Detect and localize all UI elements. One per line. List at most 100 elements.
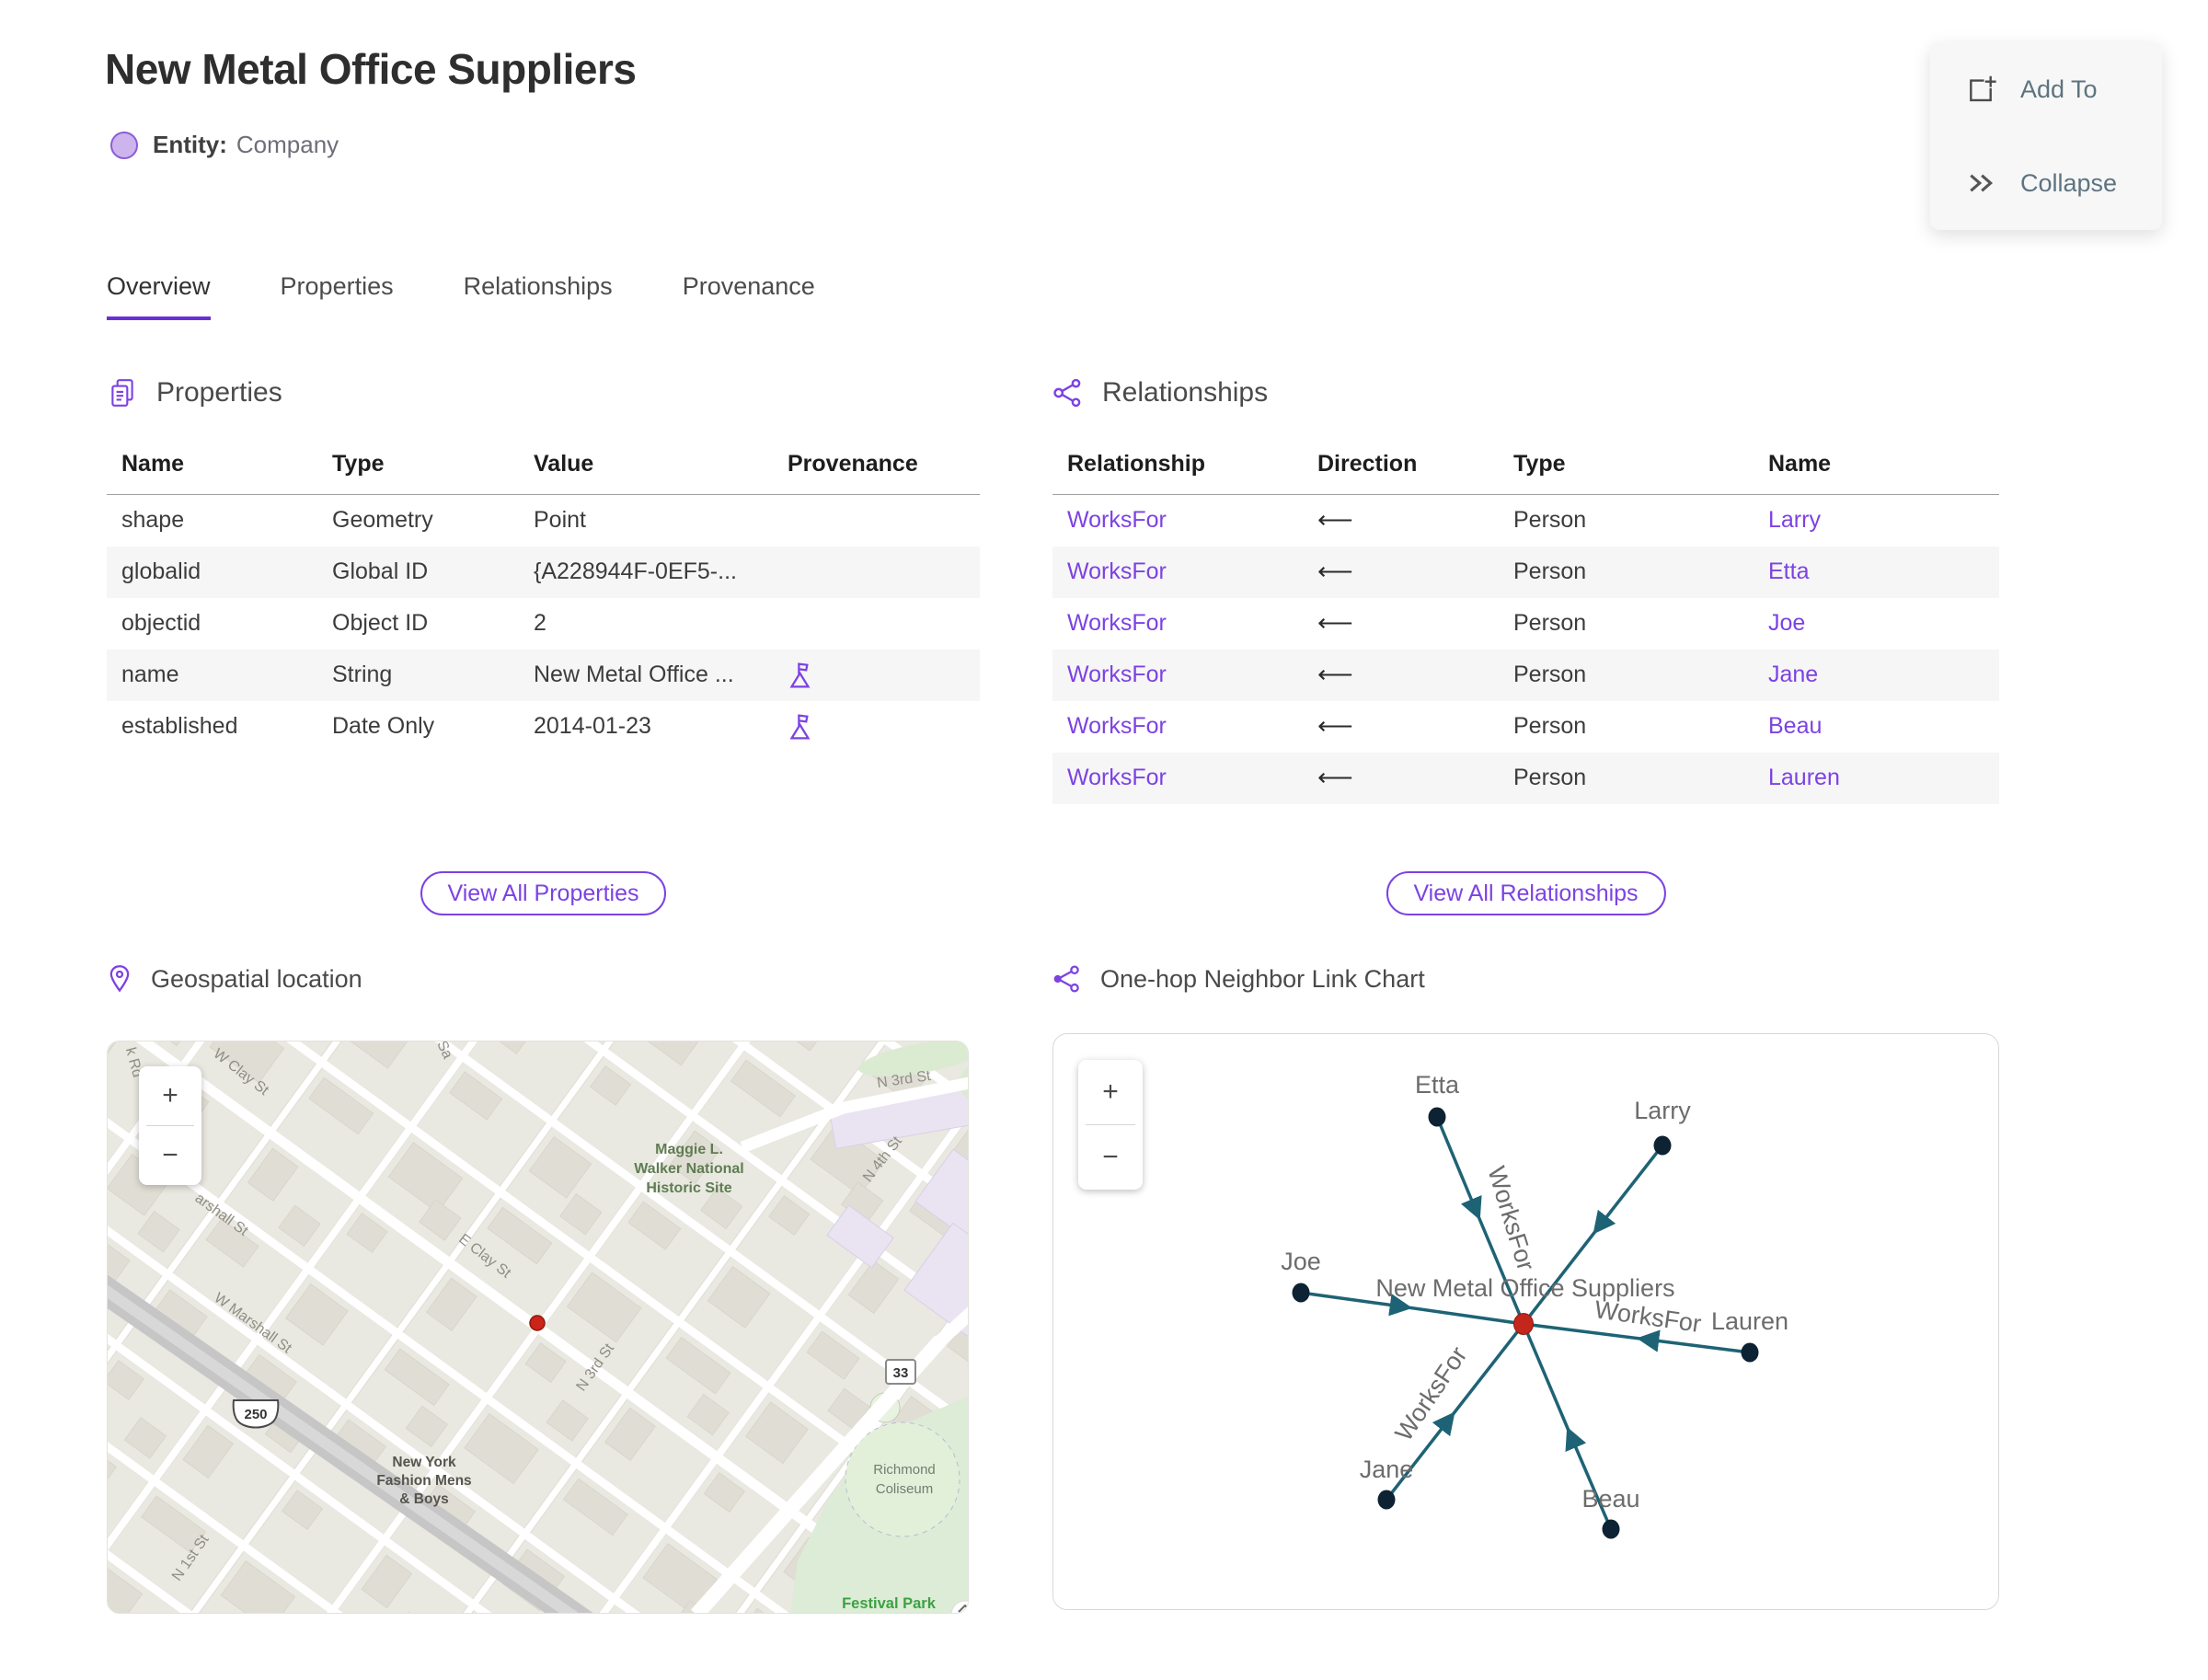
prop-name: shape (121, 507, 185, 534)
relationship-link[interactable]: WorksFor (1052, 495, 1303, 547)
relationship-link[interactable]: WorksFor (1052, 701, 1303, 753)
col-header-type: Type (317, 440, 519, 495)
related-entity-link[interactable]: Lauren (1754, 753, 1999, 804)
related-entity-link[interactable]: Joe (1754, 598, 1999, 650)
link-chart-section-header: One-hop Neighbor Link Chart (1052, 964, 1999, 994)
svg-text:Lauren: Lauren (1711, 1307, 1788, 1335)
map-zoom-out-button[interactable]: − (139, 1126, 201, 1185)
svg-text:New York: New York (392, 1455, 456, 1470)
entity-details-page: New Metal Office Suppliers Entity: Compa… (0, 0, 2208, 1680)
direction-arrow: ⟵ (1317, 712, 1353, 740)
direction-arrow: ⟵ (1317, 661, 1353, 688)
link-chart-canvas: WorksFor WorksFor WorksFor Etta Larry Jo… (1281, 1071, 1788, 1539)
prop-value: 2014-01-23 (534, 713, 651, 739)
add-to-button[interactable]: Add To (1963, 72, 2162, 107)
col-header-relationship: Relationship (1052, 440, 1303, 495)
svg-text:Fashion Mens: Fashion Mens (376, 1473, 471, 1489)
related-type: Person (1513, 507, 1587, 534)
related-entity-link[interactable]: Etta (1754, 547, 1999, 598)
node-joe[interactable] (1292, 1283, 1310, 1303)
chart-node-labels: Etta Larry Joe Lauren Jane Beau New Meta… (1281, 1071, 1788, 1513)
node-larry[interactable] (1653, 1135, 1672, 1156)
floating-actions-panel: Add To Collapse (1930, 42, 2162, 230)
geospatial-section-header: Geospatial location (107, 964, 969, 994)
entity-type-icon (110, 131, 138, 159)
properties-icon (111, 379, 133, 407)
col-header-provenance: Provenance (773, 440, 980, 495)
svg-text:Walker National: Walker National (634, 1161, 743, 1177)
geospatial-section: Geospatial location 250 33 k Rd W Clay S… (107, 964, 969, 1617)
chart-edge-labels: WorksFor WorksFor WorksFor (1390, 1163, 1704, 1445)
node-beau[interactable] (1602, 1519, 1620, 1539)
route-shield-33: 33 (885, 1359, 916, 1385)
location-marker[interactable] (529, 1315, 546, 1331)
table-row: WorksFor ⟵ Person Jane (1052, 649, 1999, 701)
add-to-label: Add To (2020, 75, 2098, 103)
svg-text:WorksFor: WorksFor (1482, 1163, 1540, 1273)
svg-text:Maggie L.: Maggie L. (655, 1142, 723, 1157)
node-center[interactable] (1513, 1313, 1534, 1335)
direction-arrow: ⟵ (1317, 609, 1353, 637)
table-row: WorksFor ⟵ Person Lauren (1052, 752, 1999, 804)
relationship-link[interactable]: WorksFor (1052, 753, 1303, 804)
relationship-link[interactable]: WorksFor (1052, 547, 1303, 598)
provenance-flag-icon[interactable] (773, 650, 980, 701)
node-jane[interactable] (1377, 1490, 1396, 1510)
table-row: WorksFor ⟵ Person Larry (1052, 495, 1999, 547)
link-chart[interactable]: WorksFor WorksFor WorksFor Etta Larry Jo… (1052, 1033, 1999, 1610)
table-row: objectid Object ID 2 (107, 598, 980, 650)
map-zoom-in-button[interactable]: + (139, 1066, 201, 1125)
entity-label: Entity: (153, 131, 227, 158)
col-header-name: Name (107, 440, 317, 495)
direction-arrow: ⟵ (1317, 506, 1353, 535)
related-entity-link[interactable]: Jane (1754, 650, 1999, 701)
svg-text:Festival Park: Festival Park (842, 1595, 937, 1612)
tab-provenance[interactable]: Provenance (683, 272, 815, 320)
col-header-direction: Direction (1303, 440, 1499, 495)
map-pin-icon (109, 965, 130, 993)
relationships-section-header: Relationships (1052, 377, 1999, 408)
related-entity-link[interactable]: Larry (1754, 495, 1999, 547)
table-row: shape Geometry Point (107, 495, 980, 547)
col-header-value: Value (519, 440, 773, 495)
node-lauren[interactable] (1741, 1342, 1759, 1363)
svg-text:Historic Site: Historic Site (646, 1180, 731, 1196)
collapse-button[interactable]: Collapse (1963, 166, 2162, 201)
chart-zoom-out-button[interactable]: − (1078, 1125, 1143, 1190)
view-all-properties-button[interactable]: View All Properties (420, 871, 667, 915)
relationships-icon (1053, 378, 1081, 408)
prop-value: {A228944F-0EF5-... (534, 558, 737, 584)
svg-text:Coliseum: Coliseum (876, 1481, 934, 1497)
table-row: WorksFor ⟵ Person Joe (1052, 598, 1999, 650)
tab-bar: Overview Properties Relationships Proven… (107, 272, 815, 320)
node-etta[interactable] (1428, 1107, 1446, 1127)
prop-type: Object ID (332, 610, 429, 636)
map-canvas: 250 33 k Rd W Clay St Sa arshall St W Ma… (108, 1041, 968, 1613)
svg-text:WorksFor: WorksFor (1390, 1341, 1473, 1445)
prop-name: established (121, 713, 238, 739)
chart-zoom-in-button[interactable]: + (1078, 1060, 1143, 1124)
direction-arrow: ⟵ (1317, 558, 1353, 585)
page-title: New Metal Office Suppliers (105, 45, 637, 93)
collapse-label: Collapse (2020, 168, 2118, 197)
tab-properties[interactable]: Properties (281, 272, 394, 320)
view-all-relationships-button[interactable]: View All Relationships (1386, 871, 1666, 915)
properties-section-header: Properties (107, 377, 980, 408)
link-chart-section-title: One-hop Neighbor Link Chart (1100, 964, 1425, 993)
prop-value: Point (534, 507, 586, 534)
link-chart-section: One-hop Neighbor Link Chart WorksFor Wor… (1052, 964, 1999, 1617)
relationship-link[interactable]: WorksFor (1052, 650, 1303, 701)
tab-relationships[interactable]: Relationships (464, 272, 613, 320)
tab-overview[interactable]: Overview (107, 272, 211, 320)
svg-text:Richmond: Richmond (873, 1462, 936, 1478)
relationship-link[interactable]: WorksFor (1052, 598, 1303, 650)
provenance-flag-icon[interactable] (773, 701, 980, 753)
related-type: Person (1513, 558, 1587, 584)
svg-text:Larry: Larry (1634, 1097, 1691, 1124)
relationships-table: Relationship Direction Type Name WorksFo… (1052, 440, 1999, 804)
map[interactable]: 250 33 k Rd W Clay St Sa arshall St W Ma… (107, 1041, 969, 1614)
table-row: established Date Only 2014-01-23 (107, 701, 980, 753)
related-entity-link[interactable]: Beau (1754, 701, 1999, 753)
geospatial-section-title: Geospatial location (151, 964, 362, 993)
svg-text:WorksFor: WorksFor (1593, 1295, 1703, 1338)
